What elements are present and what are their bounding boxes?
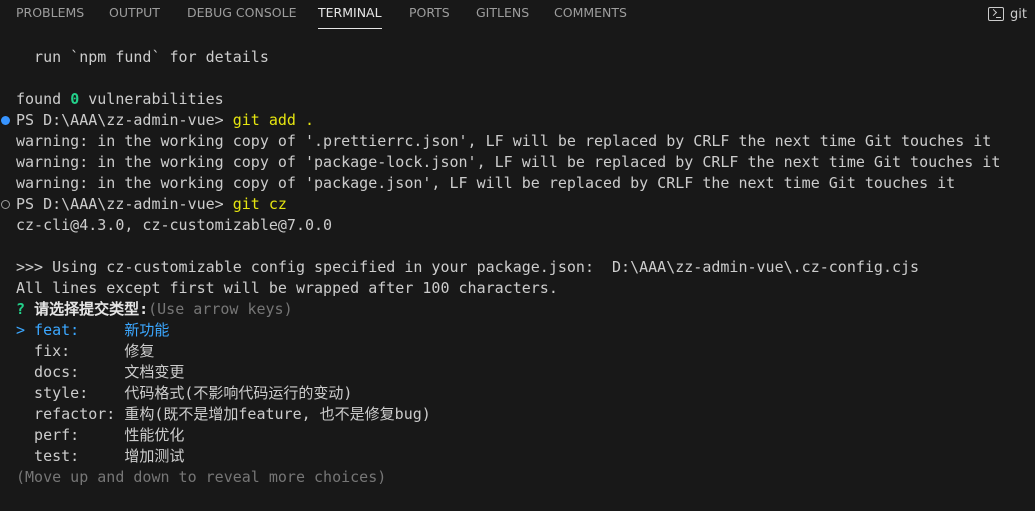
tab-output[interactable]: OUTPUT [109, 0, 160, 28]
terminal-line: warning: in the working copy of '.pretti… [16, 132, 992, 150]
tab-comments[interactable]: COMMENTS [554, 0, 627, 28]
terminal-line: run `npm fund` for details [16, 48, 269, 66]
question-hint: (Use arrow keys) [148, 300, 293, 318]
terminal-line: >>> Using cz-customizable config specifi… [16, 258, 920, 276]
choice-item-refactor[interactable]: refactor: 重构(既不是增加feature, 也不是修复bug) [0, 404, 1035, 425]
choice-item-style[interactable]: style: 代码格式(不影响代码运行的变动) [0, 383, 1035, 404]
choice-item-test[interactable]: test: 增加测试 [0, 446, 1035, 467]
choice-item-feat[interactable]: > feat: 新功能 [0, 320, 1035, 341]
tab-terminal[interactable]: TERMINAL [318, 0, 382, 29]
terminal-line: PS D:\AAA\zz-admin-vue> git add . [0, 110, 1035, 131]
question-mark: ? [16, 300, 35, 318]
terminal-line: warning: in the working copy of 'package… [16, 153, 1001, 171]
prompt-question: ? 请选择提交类型:(Use arrow keys) [0, 299, 1035, 320]
terminal-line: warning: in the working copy of 'package… [16, 174, 956, 192]
more-choices-hint: (Move up and down to reveal more choices… [16, 468, 387, 486]
terminal-line: PS D:\AAA\zz-admin-vue> git cz [0, 194, 1035, 215]
prompt: PS D:\AAA\zz-admin-vue> [16, 195, 233, 213]
terminal-instance-label: git [1010, 6, 1027, 22]
terminal-line: found 0 vulnerabilities [16, 90, 224, 108]
question-text: 请选择提交类型: [34, 300, 149, 318]
vulnerability-count: 0 [70, 90, 80, 108]
terminal-instance-selector[interactable]: git [988, 2, 1027, 26]
command: git add . [232, 111, 315, 129]
choice-item-docs[interactable]: docs: 文档变更 [0, 362, 1035, 383]
command-running-decoration-icon[interactable] [1, 200, 10, 209]
tab-problems[interactable]: PROBLEMS [16, 0, 84, 28]
panel-tab-bar: PROBLEMS OUTPUT DEBUG CONSOLE TERMINAL P… [0, 0, 1035, 30]
command: git cz [232, 195, 287, 213]
terminal-icon [988, 7, 1005, 21]
prompt: PS D:\AAA\zz-admin-vue> [16, 111, 233, 129]
terminal-line: cz-cli@4.3.0, cz-customizable@7.0.0 [16, 216, 333, 234]
tab-gitlens[interactable]: GITLENS [476, 0, 529, 28]
choice-item-perf[interactable]: perf: 性能优化 [0, 425, 1035, 446]
choice-item-fix[interactable]: fix: 修复 [0, 341, 1035, 362]
tab-debug-console[interactable]: DEBUG CONSOLE [187, 0, 296, 28]
tab-ports[interactable]: PORTS [409, 0, 450, 28]
terminal-line: All lines except first will be wrapped a… [16, 279, 558, 297]
command-success-decoration-icon[interactable] [1, 116, 10, 125]
terminal-output[interactable]: run `npm fund` for details found 0 vulne… [0, 47, 1035, 488]
